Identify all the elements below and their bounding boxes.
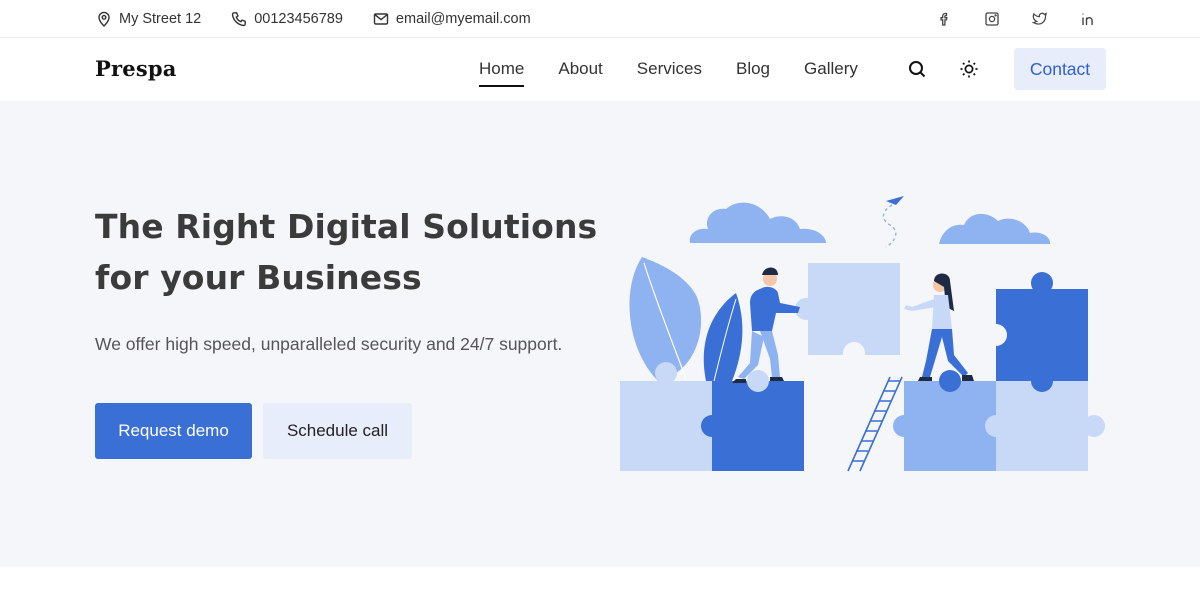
- social-links: [936, 0, 1096, 37]
- phone-item[interactable]: 00123456789: [231, 11, 343, 27]
- twitter-icon[interactable]: [1032, 11, 1048, 27]
- email-text[interactable]: email@myemail.com: [396, 11, 531, 27]
- hero-subtitle: We offer high speed, unparalleled securi…: [95, 334, 563, 354]
- email-item[interactable]: email@myemail.com: [373, 11, 531, 27]
- contact-button[interactable]: Contact: [1014, 48, 1106, 90]
- linkedin-icon[interactable]: [1080, 11, 1096, 27]
- request-demo-button[interactable]: Request demo: [95, 403, 252, 459]
- paper-plane-icon: [882, 196, 904, 248]
- address-item: My Street 12: [96, 11, 201, 27]
- contact-info: My Street 12 00123456789 email@myemail.c…: [96, 0, 531, 37]
- cloud-left: [689, 202, 826, 243]
- search-icon[interactable]: [907, 59, 927, 79]
- phone-icon: [232, 11, 247, 26]
- address-text: My Street 12: [119, 10, 202, 27]
- instagram-icon[interactable]: [984, 11, 1000, 27]
- top-bar: My Street 12 00123456789 email@myemail.c…: [0, 0, 1200, 38]
- cloud-right: [939, 213, 1051, 244]
- hero-title-line-2: for your Business: [95, 258, 422, 297]
- nav-item-gallery[interactable]: Gallery: [804, 59, 858, 81]
- main-nav: Prespa Home About Services Blog Gallery …: [0, 38, 1200, 101]
- phone-text[interactable]: 00123456789: [254, 11, 343, 27]
- facebook-icon[interactable]: [936, 11, 952, 27]
- puzzle-teamwork-illustration: [620, 196, 1105, 472]
- schedule-call-button[interactable]: Schedule call: [263, 403, 412, 459]
- leaf-plant: [629, 257, 743, 382]
- mail-icon: [373, 12, 389, 25]
- nav-item-blog[interactable]: Blog: [736, 59, 770, 81]
- hero-title-line-1: The Right Digital Solutions: [95, 207, 598, 246]
- hero-title: The Right Digital Solutions for your Bus…: [95, 201, 615, 303]
- nav-item-home[interactable]: Home: [479, 59, 525, 87]
- nav-item-about[interactable]: About: [558, 59, 602, 81]
- nav-item-services[interactable]: Services: [637, 59, 702, 81]
- site-logo[interactable]: Prespa: [95, 56, 177, 81]
- hero-section: The Right Digital Solutions for your Bus…: [0, 101, 1200, 567]
- nav-menu: Home About Services Blog Gallery: [479, 38, 858, 101]
- person-woman: [904, 273, 974, 381]
- map-pin-icon: [98, 11, 110, 27]
- sun-icon[interactable]: [959, 59, 979, 79]
